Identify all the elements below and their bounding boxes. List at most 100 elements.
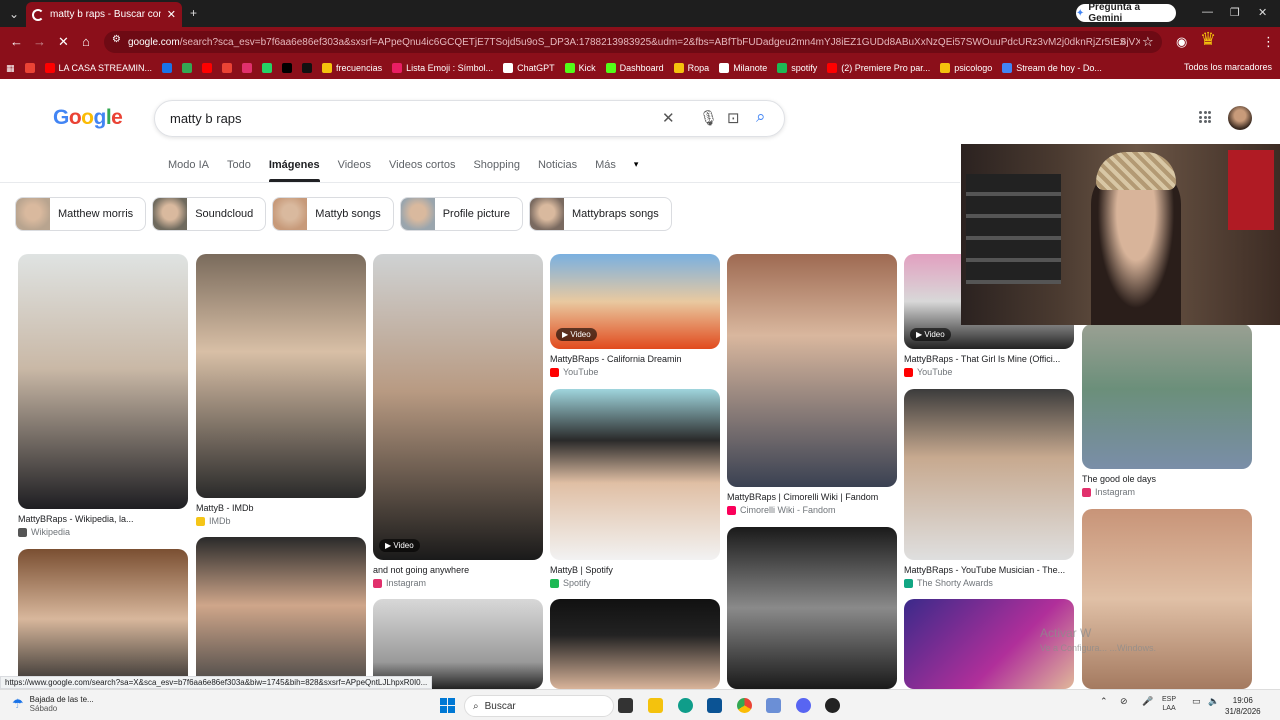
profile-crown-icon[interactable]: ♛ xyxy=(1200,29,1216,50)
bookmark-item[interactable]: (2) Premiere Pro par... xyxy=(827,63,930,73)
tray-mic-icon[interactable]: 🎤 xyxy=(1142,696,1153,707)
image-result[interactable]: MattyB | Spotify Spotify xyxy=(550,389,720,590)
image-result[interactable]: MattyBRaps | Cimorelli Wiki | Fandom Cimo… xyxy=(727,254,897,517)
app-icon[interactable] xyxy=(766,698,781,713)
close-window-icon[interactable]: ✕ xyxy=(1258,6,1267,19)
bookmark-item[interactable] xyxy=(302,63,313,73)
result-thumbnail[interactable] xyxy=(196,537,366,689)
result-caption[interactable]: MattyBRaps | Cimorelli Wiki | Fandom xyxy=(727,492,897,502)
windows-start-icon[interactable] xyxy=(440,698,455,713)
result-source[interactable]: YouTube xyxy=(904,367,952,377)
result-thumbnail[interactable]: ▶ Video xyxy=(550,254,720,349)
result-source[interactable]: Spotify xyxy=(550,578,591,588)
result-caption[interactable]: and not going anywhere xyxy=(373,565,543,575)
weather-widget[interactable]: ☂ Bajada de las te... Sábado xyxy=(12,695,94,713)
google-logo[interactable]: Google xyxy=(53,106,123,130)
result-thumbnail[interactable] xyxy=(1082,509,1252,689)
apps-grid-icon[interactable]: ▦ xyxy=(6,63,15,74)
result-thumbnail[interactable] xyxy=(550,599,720,689)
bookmark-item[interactable] xyxy=(162,63,173,73)
task-view-icon[interactable] xyxy=(618,698,633,713)
bookmark-item[interactable] xyxy=(282,63,293,73)
minimize-icon[interactable]: — xyxy=(1202,6,1213,18)
zoom-icon[interactable]: ⌕ xyxy=(1120,34,1127,49)
bookmark-item[interactable] xyxy=(202,63,213,73)
related-chip[interactable]: Mattyb songs xyxy=(272,197,394,231)
discord-icon[interactable] xyxy=(796,698,811,713)
result-caption[interactable]: MattyBRaps - YouTube Musician - The... xyxy=(904,565,1074,575)
result-thumbnail[interactable] xyxy=(904,389,1074,560)
all-bookmarks[interactable]: Todos los marcadores xyxy=(1184,62,1272,72)
tray-chevron-icon[interactable]: ⌃ xyxy=(1100,696,1108,707)
result-thumbnail[interactable] xyxy=(550,389,720,560)
chrome-icon[interactable] xyxy=(737,698,752,713)
store-icon[interactable] xyxy=(707,698,722,713)
gmail-icon[interactable] xyxy=(24,63,35,73)
result-source[interactable]: IMDb xyxy=(196,516,231,526)
extension-icon[interactable]: ◉ xyxy=(1176,34,1187,50)
bookmark-item[interactable]: ChatGPT xyxy=(503,63,555,73)
image-result[interactable]: MattyBRaps - YouTube Musician - The... Th… xyxy=(904,389,1074,590)
back-icon[interactable]: ← xyxy=(10,34,23,49)
result-thumbnail[interactable]: ▶ Video xyxy=(373,254,543,560)
ask-gemini-button[interactable]: ✦ Pregunta a Gemini xyxy=(1076,2,1176,24)
result-source[interactable]: The Shorty Awards xyxy=(904,578,993,588)
avatar[interactable] xyxy=(1228,106,1252,130)
google-apps-icon[interactable] xyxy=(1199,111,1211,123)
result-source[interactable]: YouTube xyxy=(550,367,598,377)
language-indicator[interactable]: ESP LAA xyxy=(1162,695,1176,713)
result-source[interactable]: Cimorelli Wiki - Fandom xyxy=(727,505,836,515)
tab-mas[interactable]: Más xyxy=(595,159,616,171)
image-result[interactable]: ▶ Video MattyBRaps - California Dreamin Yo… xyxy=(550,254,720,379)
bookmark-item[interactable]: frecuencias xyxy=(322,63,382,73)
voice-search-icon[interactable]: 🎙 xyxy=(699,109,718,127)
result-source[interactable]: Wikipedia xyxy=(18,527,70,537)
edge-icon[interactable] xyxy=(678,698,693,713)
site-info-icon[interactable]: ⚙ xyxy=(112,34,121,45)
result-thumbnail[interactable] xyxy=(196,254,366,498)
bookmark-star-icon[interactable]: ☆ xyxy=(1142,34,1154,50)
result-caption[interactable]: The good ole days xyxy=(1082,474,1252,484)
image-result[interactable]: ▶ Video and not going anywhere Instagram xyxy=(373,254,543,590)
bookmark-item[interactable] xyxy=(262,63,273,73)
bookmark-item[interactable]: LA CASA STREAMIN... xyxy=(44,63,152,73)
result-caption[interactable]: MattyB - IMDb xyxy=(196,503,366,513)
tray-volume-icon[interactable]: 🔈 xyxy=(1208,696,1219,707)
tab-videos-cortos[interactable]: Videos cortos xyxy=(389,159,455,171)
related-chip[interactable]: Mattybraps songs xyxy=(528,197,672,231)
browser-tab-active[interactable]: matty b raps - Buscar con Goog ✕ xyxy=(26,2,182,27)
bookmark-item[interactable] xyxy=(222,63,233,73)
related-chip[interactable]: Soundcloud xyxy=(152,197,267,231)
forward-icon[interactable]: → xyxy=(33,34,46,49)
taskbar-search[interactable]: ⌕ Buscar xyxy=(464,695,614,717)
related-chip[interactable]: Profile picture xyxy=(399,197,523,231)
tab-videos[interactable]: Videos xyxy=(338,159,371,171)
bookmark-item[interactable]: Stream de hoy - Do... xyxy=(1002,63,1102,73)
file-explorer-icon[interactable] xyxy=(648,698,663,713)
bookmark-item[interactable]: Dashboard xyxy=(605,63,664,73)
bookmark-item[interactable]: Ropa xyxy=(673,63,709,73)
image-result[interactable]: MattyBRaps - Wikipedia, la... Wikipedia xyxy=(18,254,188,539)
result-source[interactable]: Instagram xyxy=(1082,487,1135,497)
image-result[interactable]: The good ole days Instagram xyxy=(1082,324,1252,499)
tab-shopping[interactable]: Shopping xyxy=(473,159,520,171)
tray-display-icon[interactable]: ▭ xyxy=(1192,696,1201,707)
new-tab-icon[interactable]: + xyxy=(190,6,197,20)
result-thumbnail[interactable] xyxy=(727,527,897,689)
taskbar-clock[interactable]: 19:06 31/8/2026 xyxy=(1225,695,1261,717)
result-caption[interactable]: MattyBRaps - California Dreamin xyxy=(550,354,720,364)
result-caption[interactable]: MattyB | Spotify xyxy=(550,565,720,575)
bookmark-item[interactable]: Milanote xyxy=(719,63,767,73)
tab-imagenes[interactable]: Imágenes xyxy=(268,159,320,182)
bookmark-item[interactable]: Kick xyxy=(564,63,596,73)
bookmark-item[interactable] xyxy=(182,63,193,73)
result-thumbnail[interactable] xyxy=(18,254,188,509)
lens-search-icon[interactable]: ⊡ xyxy=(727,109,740,127)
tab-modo-ia[interactable]: Modo IA xyxy=(168,159,209,171)
bookmark-item[interactable]: Lista Emoji : Símbol... xyxy=(392,63,493,73)
result-thumbnail[interactable] xyxy=(1082,324,1252,469)
restore-icon[interactable]: ❐ xyxy=(1230,6,1240,19)
close-tab-icon[interactable]: ✕ xyxy=(167,8,176,21)
tab-search-icon[interactable]: ⌄ xyxy=(9,7,19,21)
result-caption[interactable]: MattyBRaps - Wikipedia, la... xyxy=(18,514,188,524)
